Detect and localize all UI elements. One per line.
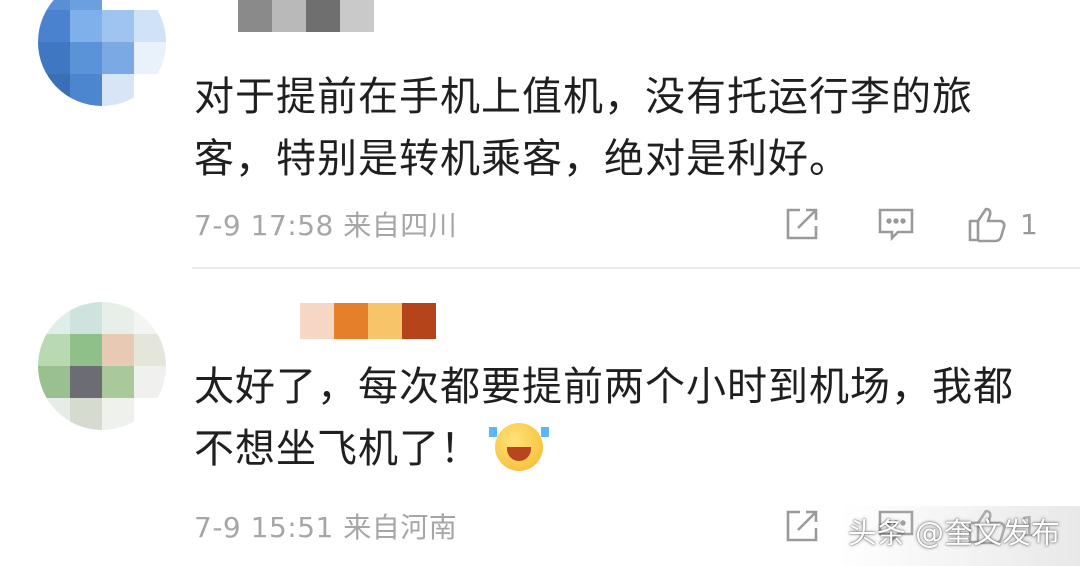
name-blur-tile [402, 303, 436, 339]
avatar-mosaic-tile [70, 302, 102, 334]
avatar-mosaic-tile [134, 334, 166, 366]
avatar-mosaic-tile [70, 10, 102, 42]
divider [192, 267, 1080, 269]
avatar-mosaic-tile [134, 398, 166, 430]
comment-location: 来自四川 [343, 209, 458, 242]
watermark: 头条 @奎文发布 [847, 516, 1060, 550]
thumbs-up-icon [968, 207, 1006, 243]
name-blur-tile [306, 0, 340, 32]
avatar-mosaic-tile [38, 302, 70, 334]
avatar-mosaic-tile [38, 10, 70, 42]
avatar-mosaic-tile [102, 398, 134, 430]
avatar-mosaic-tile [102, 10, 134, 42]
share-button[interactable] [782, 204, 822, 244]
avatar-mosaic-tile [38, 74, 70, 106]
blurred-avatar-mosaic [38, 0, 166, 106]
avatar-mosaic-tile [38, 398, 70, 430]
avatar-mosaic-tile [38, 366, 70, 398]
comment-text-body: 太好了，每次都要提前两个小时到机场，我都不想坐飞机了！ [194, 364, 1014, 472]
avatar-mosaic-tile [134, 10, 166, 42]
name-blur-tile [368, 303, 402, 339]
name-blur-tile [300, 303, 334, 339]
avatar-mosaic-tile [102, 74, 134, 106]
name-blur-tile [334, 303, 368, 339]
name-blur-tile [238, 0, 272, 32]
avatar-mosaic-tile [70, 366, 102, 398]
avatar-mosaic-tile [102, 302, 134, 334]
avatar-mosaic-tile [70, 0, 102, 10]
avatar-mosaic-tile [134, 74, 166, 106]
comment-text: 太好了，每次都要提前两个小时到机场，我都不想坐飞机了！ [194, 356, 1028, 480]
name-blur-tile [340, 0, 374, 32]
share-button[interactable] [782, 506, 822, 546]
avatar-mosaic-tile [134, 42, 166, 74]
avatar-mosaic-tile [102, 0, 134, 10]
avatar-mosaic-tile [134, 0, 166, 10]
avatar[interactable] [38, 302, 166, 430]
comment-icon [878, 208, 914, 242]
comment-meta: 7-9 17:58 来自四川 [194, 204, 457, 244]
comment-meta: 7-9 15:51 来自河南 [194, 506, 457, 546]
comment-date: 7-9 17:58 [194, 209, 334, 242]
avatar-mosaic-tile [102, 334, 134, 366]
avatar-mosaic-tile [102, 42, 134, 74]
avatar-mosaic-tile [70, 42, 102, 74]
blurred-username[interactable] [300, 303, 436, 339]
avatar-mosaic-tile [70, 334, 102, 366]
like-button[interactable]: 1 [966, 204, 1038, 244]
blurred-avatar-mosaic [38, 302, 166, 430]
reply-button[interactable] [876, 204, 916, 244]
avatar-mosaic-tile [38, 0, 70, 10]
avatar-mosaic-tile [38, 334, 70, 366]
avatar-mosaic-tile [38, 42, 70, 74]
comment-actions: 1 [782, 204, 1052, 244]
avatar-mosaic-tile [70, 74, 102, 106]
name-blur-tile [272, 0, 306, 32]
avatar[interactable] [38, 0, 166, 106]
comment-location: 来自河南 [343, 511, 458, 544]
avatar-mosaic-tile [134, 366, 166, 398]
avatar-mosaic-tile [134, 302, 166, 334]
avatar-mosaic-tile [70, 398, 102, 430]
comment-item: 对于提前在手机上值机，没有托运行李的旅客，特别是转机乘客，绝对是利好。 7-9 … [0, 0, 1080, 268]
share-icon [786, 208, 818, 240]
avatar-mosaic-tile [102, 366, 134, 398]
like-count: 1 [1020, 207, 1038, 241]
blurred-username[interactable] [238, 0, 374, 32]
comment-date: 7-9 15:51 [194, 511, 334, 544]
share-icon [786, 510, 818, 542]
comment-text: 对于提前在手机上值机，没有托运行李的旅客，特别是转机乘客，绝对是利好。 [194, 74, 973, 182]
laughing-tears-emoji-icon [489, 423, 549, 471]
